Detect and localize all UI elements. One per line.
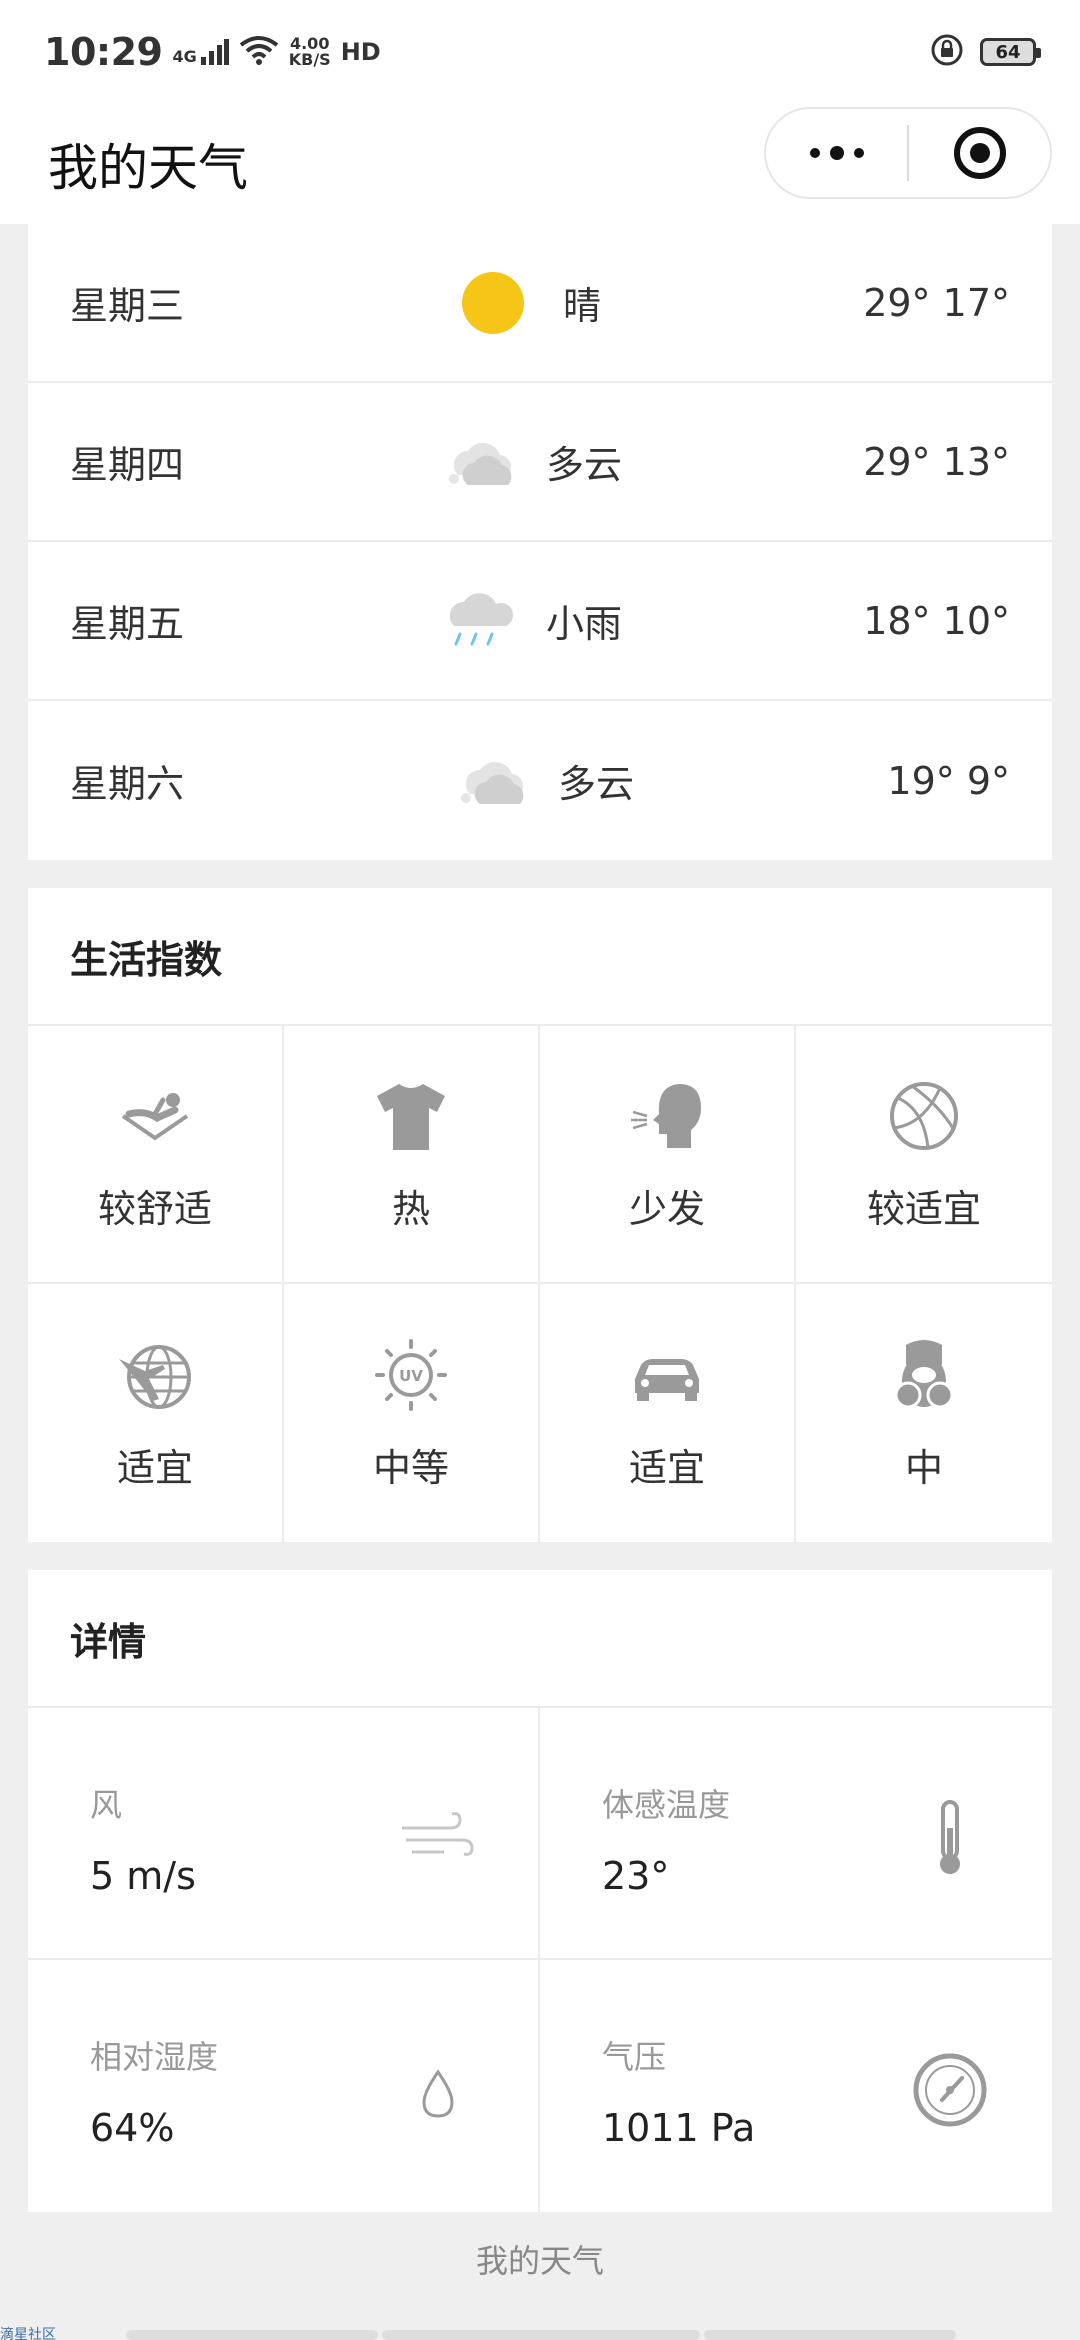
forecast-day: 星期四 — [70, 443, 185, 487]
detail-label: 相对湿度 — [90, 2038, 219, 2076]
rotation-lock-icon — [930, 33, 964, 71]
cloud-icon — [461, 761, 524, 804]
more-button[interactable] — [766, 109, 907, 197]
mini-program-capsule — [764, 107, 1052, 199]
forecast-condition: 多云 — [558, 762, 635, 806]
hd-label: HD — [340, 38, 381, 66]
index-label: 较舒适 — [97, 1186, 212, 1231]
sun-icon — [462, 271, 524, 334]
detail-pressure: 气压 1011 Pa — [540, 1960, 1052, 2212]
index-item-dressing[interactable]: 热 — [284, 1026, 540, 1284]
life-index-card: 生活指数 较舒适 热 少发 较适宜 适宜 UV 中等 适宜 中 — [28, 888, 1052, 1542]
detail-humidity: 相对湿度 64% — [28, 1960, 540, 2212]
forecast-day: 星期三 — [70, 284, 185, 328]
forecast-row: 星期六 多云 19° 9° — [28, 701, 1052, 860]
signal-icon: 4G — [172, 39, 229, 66]
cold-sneeze-icon — [631, 1083, 701, 1148]
details-card: 详情 风 5 m/s 体感温度 23° 相对湿度 64% 气压 1011 Pa — [28, 1570, 1052, 2212]
detail-value: 5 m/s — [90, 1854, 196, 1898]
bottom-bar-segment — [126, 2330, 378, 2340]
forecast-condition: 晴 — [563, 284, 602, 328]
community-link[interactable]: 滴星社区 — [0, 2324, 56, 2340]
detail-feels-like: 体感温度 23° — [540, 1708, 1052, 1960]
nav-bar: 我的天气 — [0, 104, 1080, 224]
forecast-temps: 29° 17° — [863, 280, 1010, 325]
wind-icon — [402, 1812, 474, 1856]
index-label: 较适宜 — [866, 1186, 981, 1231]
details-grid: 风 5 m/s 体感温度 23° 相对湿度 64% 气压 1011 Pa — [28, 1708, 1052, 2212]
main-content: 星期三 晴 29° 17° 星期四 多云 29° 13° 星期五 小雨 18° … — [28, 224, 1052, 2212]
detail-label: 风 — [90, 1786, 123, 1824]
network-speed-unit: KB/S — [288, 50, 331, 69]
detail-label: 气压 — [602, 2038, 667, 2076]
status-time: 10:29 — [44, 30, 163, 74]
basketball-icon — [890, 1081, 958, 1150]
detail-value: 23° — [602, 1854, 670, 1898]
detail-value: 1011 Pa — [602, 2106, 756, 2150]
forecast-condition: 小雨 — [546, 602, 623, 646]
index-label: 少发 — [628, 1186, 705, 1231]
index-label: 适宜 — [628, 1445, 705, 1490]
forecast-day: 星期五 — [70, 602, 185, 646]
status-icons: 4G 4.00 KB/S HD — [172, 35, 380, 69]
status-right: 64 — [930, 33, 1041, 71]
tshirt-icon — [377, 1083, 445, 1150]
forecast-condition: 多云 — [546, 443, 623, 487]
index-item-carwash[interactable]: 适宜 — [540, 1284, 796, 1542]
travel-globe-icon — [119, 1344, 191, 1409]
network-type-label: 4G — [172, 47, 197, 66]
target-close-icon — [953, 127, 1006, 179]
forecast-temps: 18° 10° — [863, 598, 1010, 643]
gauge-icon — [913, 2053, 987, 2127]
droplet-icon — [422, 2069, 454, 2118]
detail-value: 64% — [90, 2106, 175, 2150]
detail-label: 体感温度 — [602, 1786, 731, 1824]
index-item-cold[interactable]: 少发 — [540, 1026, 796, 1284]
bottom-bar-segment — [704, 2330, 956, 2340]
life-index-grid: 较舒适 热 少发 较适宜 适宜 UV 中等 适宜 中 — [28, 1026, 1052, 1542]
index-label: 中 — [904, 1445, 943, 1490]
bottom-bar-segment — [382, 2330, 700, 2340]
thermometer-icon — [940, 1800, 960, 1874]
more-dots-icon — [809, 146, 864, 160]
forecast-row: 星期五 小雨 18° 10° — [28, 542, 1052, 701]
forecast-day: 星期六 — [70, 762, 185, 806]
index-label: 热 — [391, 1186, 430, 1231]
index-item-sport[interactable]: 较适宜 — [796, 1026, 1052, 1284]
page-title: 我的天气 — [48, 139, 248, 197]
index-item-comfort[interactable]: 较舒适 — [28, 1026, 284, 1284]
index-label: 中等 — [372, 1445, 449, 1490]
battery-indicator: 64 — [980, 38, 1041, 66]
index-item-air-pollution[interactable]: 中 — [796, 1284, 1052, 1542]
forecast-row: 星期四 多云 29° 13° — [28, 383, 1052, 542]
mask-icon — [894, 1339, 954, 1408]
comfort-icon — [121, 1092, 189, 1140]
close-mini-program-button[interactable] — [909, 109, 1050, 197]
forecast-temps: 19° 9° — [887, 758, 1010, 803]
life-index-title: 生活指数 — [28, 888, 1052, 1026]
index-item-travel[interactable]: 适宜 — [28, 1284, 284, 1542]
index-item-uv[interactable]: UV 中等 — [284, 1284, 540, 1542]
footer-text: 我的天气 — [475, 2242, 604, 2280]
forecast-list: 星期三 晴 29° 17° 星期四 多云 29° 13° 星期五 小雨 18° … — [28, 224, 1052, 860]
forecast-temps: 29° 13° — [863, 439, 1010, 484]
status-bar: 10:29 4G 4.00 KB/S HD 64 — [0, 0, 1080, 104]
network-speed: 4.00 KB/S — [289, 36, 331, 68]
detail-wind: 风 5 m/s — [28, 1708, 540, 1960]
uv-icon: UV — [375, 1338, 447, 1411]
details-title: 详情 — [28, 1570, 1052, 1708]
index-label: 适宜 — [116, 1445, 193, 1490]
cloud-icon — [449, 442, 512, 485]
svg-text:UV: UV — [399, 1367, 423, 1385]
car-wash-icon — [635, 1358, 699, 1401]
wifi-icon — [239, 35, 279, 69]
forecast-row: 星期三 晴 29° 17° — [28, 224, 1052, 383]
light-rain-icon — [449, 592, 514, 645]
